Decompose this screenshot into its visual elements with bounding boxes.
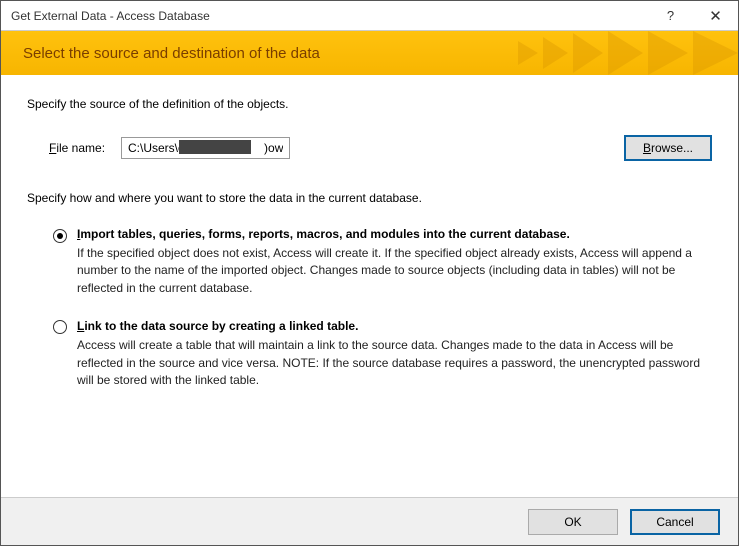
option-import-title: Import tables, queries, forms, reports, … bbox=[77, 227, 708, 241]
file-name-label: File name: bbox=[49, 141, 111, 155]
option-import-desc: If the specified object does not exist, … bbox=[77, 245, 708, 297]
close-button[interactable]: ✕ bbox=[693, 1, 738, 31]
radio-import[interactable] bbox=[53, 229, 67, 243]
ok-button[interactable]: OK bbox=[528, 509, 618, 535]
dialog-footer: OK Cancel bbox=[1, 497, 738, 545]
titlebar: Get External Data - Access Database ? ✕ bbox=[1, 1, 738, 31]
option-link-desc: Access will create a table that will mai… bbox=[77, 337, 708, 389]
file-row: File name: Browse... bbox=[27, 135, 712, 161]
cancel-button[interactable]: Cancel bbox=[630, 509, 720, 535]
option-import[interactable]: Import tables, queries, forms, reports, … bbox=[27, 227, 712, 297]
banner-arrows-deco bbox=[518, 31, 738, 75]
dialog-content: Specify the source of the definition of … bbox=[1, 75, 738, 497]
help-button[interactable]: ? bbox=[648, 1, 693, 31]
option-link-title: Link to the data source by creating a li… bbox=[77, 319, 708, 333]
browse-button[interactable]: Browse... bbox=[624, 135, 712, 161]
redacted-path-segment bbox=[179, 140, 251, 154]
radio-link[interactable] bbox=[53, 320, 67, 334]
option-link[interactable]: Link to the data source by creating a li… bbox=[27, 319, 712, 389]
banner-title: Select the source and destination of the… bbox=[23, 45, 320, 62]
banner: Select the source and destination of the… bbox=[1, 31, 738, 75]
source-section-label: Specify the source of the definition of … bbox=[27, 97, 712, 111]
window-title: Get External Data - Access Database bbox=[11, 9, 648, 23]
store-section-label: Specify how and where you want to store … bbox=[27, 191, 712, 205]
